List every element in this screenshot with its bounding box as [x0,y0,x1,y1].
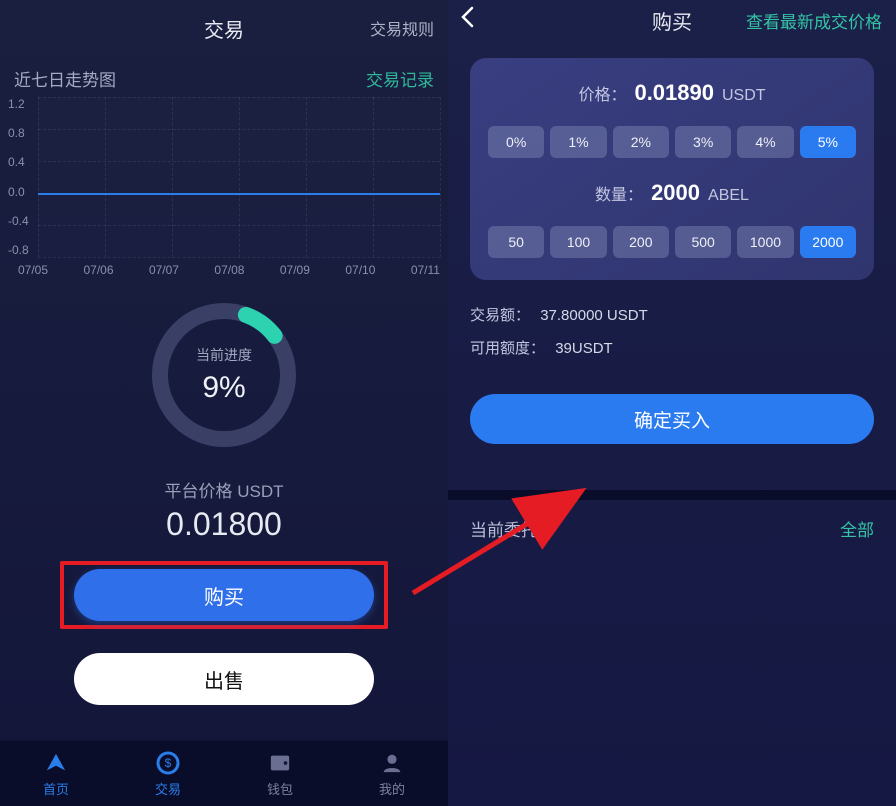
tab-label: 交易 [155,779,181,798]
qty-value: 2000 [651,180,700,206]
wallet-icon [267,750,293,776]
pct-chip-5[interactable]: 5% [800,126,856,158]
y-tick: 0.0 [8,185,29,199]
qty-label: 数量： [595,181,643,205]
amt-chip-3[interactable]: 500 [675,226,731,258]
tab-trade[interactable]: $ 交易 [112,741,224,806]
qty-unit: ABEL [708,187,749,205]
confirm-buy-button[interactable]: 确定买入 [470,394,874,444]
available-label: 可用额度： [470,340,545,357]
buy-button[interactable]: 购买 [74,569,374,621]
progress-value: 9% [202,371,245,405]
price-value: 0.01800 [166,506,282,543]
latest-price-link[interactable]: 查看最新成交价格 [746,8,882,33]
amt-chip-5[interactable]: 2000 [800,226,856,258]
tab-label: 钱包 [267,779,293,798]
pct-chip-3[interactable]: 3% [675,126,731,158]
orders-title: 当前委托 [470,516,538,541]
y-tick: 1.2 [8,97,29,111]
pct-chip-0[interactable]: 0% [488,126,544,158]
x-tick: 07/09 [280,263,310,277]
trade-amount-line: 交易额： 37.80000 USDT [448,298,896,331]
trade-icon: $ [155,750,181,776]
progress-section: 当前进度 9% 平台价格 USDT 0.01800 [0,277,448,543]
back-icon[interactable] [460,6,474,35]
available-line: 可用额度： 39USDT [448,331,896,364]
profile-icon [379,750,405,776]
pct-chip-4[interactable]: 4% [737,126,793,158]
annotation-highlight: 购买 [60,561,388,629]
tab-label: 首页 [43,779,69,798]
percent-options: 0% 1% 2% 3% 4% 5% [488,126,856,158]
y-tick: 0.8 [8,126,29,140]
x-tick: 07/11 [411,263,440,277]
progress-label: 当前进度 [196,345,252,365]
chart-series-line [38,193,440,195]
tab-label: 我的 [379,779,405,798]
records-link[interactable]: 交易记录 [366,66,434,91]
x-tick: 07/07 [149,263,179,277]
chart-title: 近七日走势图 [14,66,116,91]
home-icon [43,750,69,776]
y-tick: 0.4 [8,155,29,169]
x-tick: 07/10 [345,263,375,277]
trend-chart: 1.2 0.8 0.4 0.0 -0.4 -0.8 07/05 07/06 [0,97,448,277]
price-value: 0.01890 [634,80,714,106]
rules-link[interactable]: 交易规则 [370,16,434,40]
tab-wallet[interactable]: 钱包 [224,741,336,806]
amount-options: 50 100 200 500 1000 2000 [488,226,856,258]
pct-chip-2[interactable]: 2% [613,126,669,158]
available-value: 39USDT [555,340,613,357]
sub-header: 近七日走势图 交易记录 [0,56,448,97]
header: 购买 查看最新成交价格 [448,0,896,40]
progress-ring: 当前进度 9% [144,295,304,455]
sell-button[interactable]: 出售 [74,653,374,705]
y-tick: -0.4 [8,214,29,228]
page-title: 交易 [204,14,244,43]
orders-header: 当前委托 全部 [448,500,896,557]
price-label: 价格： [578,81,626,105]
pct-chip-1[interactable]: 1% [550,126,606,158]
y-axis: 1.2 0.8 0.4 0.0 -0.4 -0.8 [8,97,29,257]
x-tick: 07/08 [214,263,244,277]
amt-chip-1[interactable]: 100 [550,226,606,258]
price-unit: USDT [722,87,766,105]
tabbar: 首页 $ 交易 钱包 我的 [0,740,448,806]
trade-amount-value: 37.80000 USDT [540,307,648,324]
y-tick: -0.8 [8,243,29,257]
x-tick: 07/05 [18,263,48,277]
x-axis: 07/05 07/06 07/07 07/08 07/09 07/10 07/1… [18,263,440,277]
x-tick: 07/06 [83,263,113,277]
tab-home[interactable]: 首页 [0,741,112,806]
amt-chip-2[interactable]: 200 [613,226,669,258]
buy-screen: 购买 查看最新成交价格 价格： 0.01890 USDT 0% 1% 2% 3%… [448,0,896,806]
trade-amount-label: 交易额： [470,307,530,324]
header: 交易 交易规则 [0,0,448,56]
price-label: 平台价格 USDT [165,477,284,502]
page-title: 购买 [652,6,692,35]
section-divider [448,490,896,500]
svg-text:$: $ [165,756,172,770]
trade-screen: 交易 交易规则 近七日走势图 交易记录 1.2 0.8 0.4 0.0 -0.4… [0,0,448,806]
amt-chip-4[interactable]: 1000 [737,226,793,258]
chart-grid [38,97,440,257]
amt-chip-0[interactable]: 50 [488,226,544,258]
orders-all-link[interactable]: 全部 [840,516,874,541]
order-form-card: 价格： 0.01890 USDT 0% 1% 2% 3% 4% 5% 数量： 2… [470,58,874,280]
tab-profile[interactable]: 我的 [336,741,448,806]
